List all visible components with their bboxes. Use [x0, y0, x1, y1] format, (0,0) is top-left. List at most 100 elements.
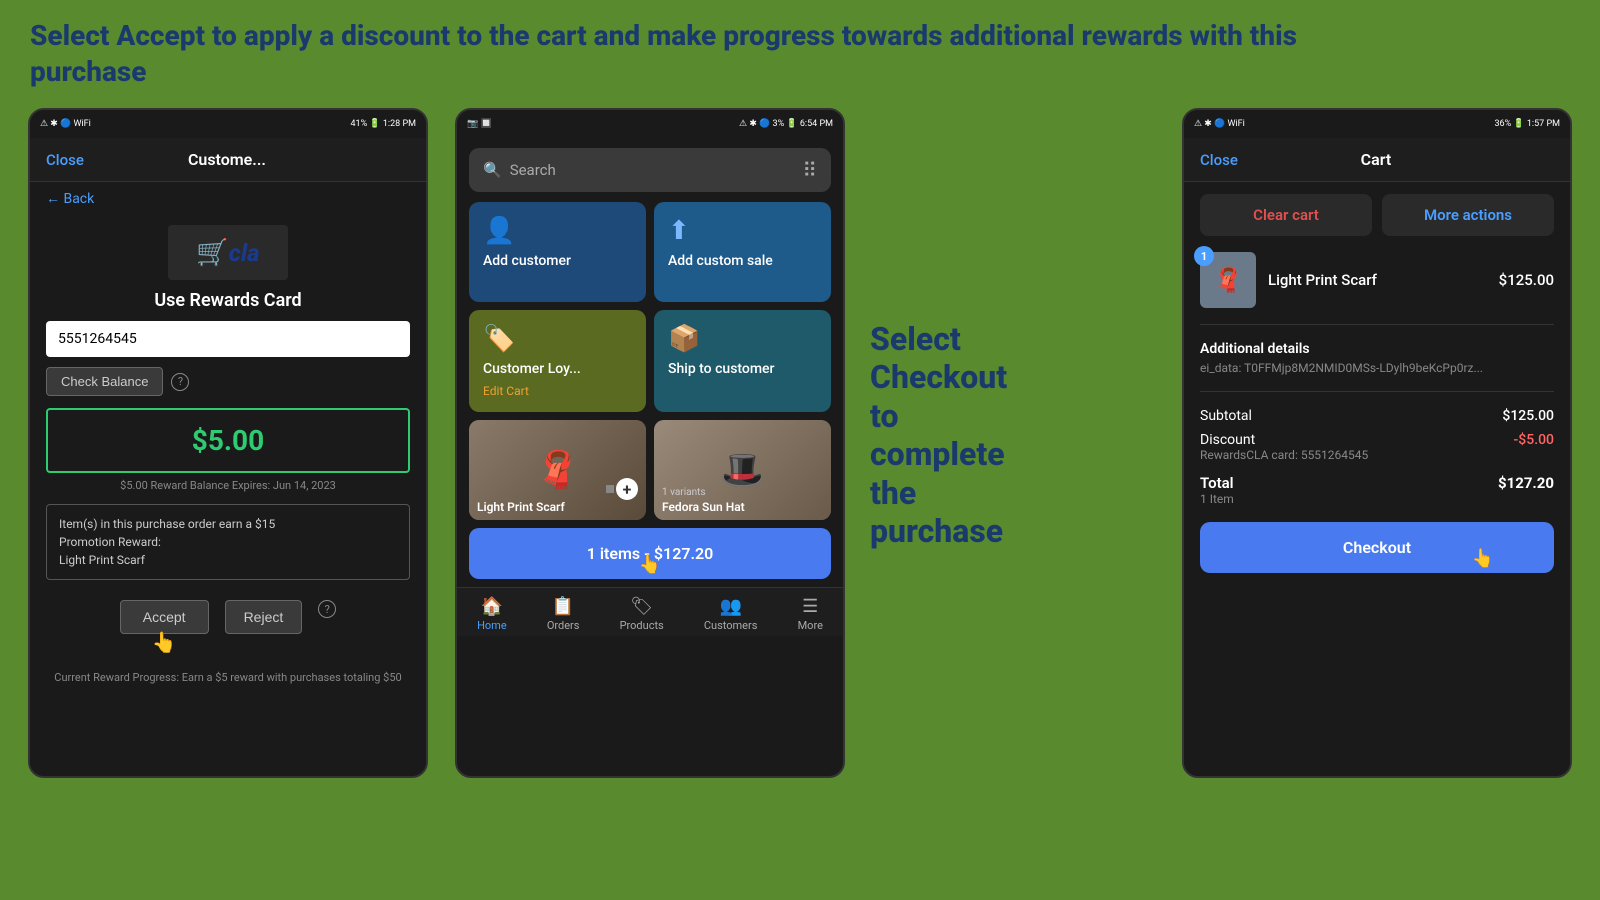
- phone2-tile6-sublabel: 1 variants: [662, 487, 706, 498]
- phone3-discount-row: Discount RewardsCLA card: 5551264545 -$5…: [1200, 432, 1554, 462]
- phone1-reject-info-icon[interactable]: ?: [318, 600, 336, 618]
- phone3-cursor-icon: 👆: [1472, 548, 1494, 569]
- phone1-reward-line1: Item(s) in this purchase order earn a $1…: [59, 515, 397, 533]
- phone1-expires-text: $5.00 Reward Balance Expires: Jun 14, 20…: [30, 479, 426, 500]
- phone2-search-placeholder: Search: [510, 161, 556, 179]
- phone1-info-icon[interactable]: ?: [171, 373, 189, 391]
- phone2-tile1-label: Add customer: [483, 252, 632, 270]
- phone3-nav: Close Cart: [1184, 138, 1570, 182]
- phone3-checkout-btn[interactable]: Checkout 👆: [1200, 522, 1554, 573]
- add-customer-icon: 👤: [483, 216, 632, 246]
- phone3-status-right: 36% 🔋 1:57 PM: [1494, 119, 1560, 129]
- phone1-reward-box: Item(s) in this purchase order earn a $1…: [46, 504, 410, 580]
- phone2-tile-light-print-scarf[interactable]: 🧣 Light Print Scarf +: [469, 420, 646, 520]
- phone3-total-value: $127.20: [1498, 474, 1554, 506]
- phone3-subtotal-value: $125.00: [1502, 408, 1554, 424]
- phone3-clear-cart-btn[interactable]: Clear cart: [1200, 194, 1372, 236]
- phone2-status-bar: 📷 🔲 ⚠ ✱ 🔵 3% 🔋 6:54 PM: [457, 110, 843, 138]
- checkout-cursor-icon: 👆: [639, 554, 661, 575]
- phone3-total-row: Total 1 Item $127.20: [1200, 470, 1554, 506]
- phone3-discount-label: Discount: [1200, 432, 1368, 448]
- phone2-nav-orders-label: Orders: [547, 619, 580, 632]
- phone1-accept-btn[interactable]: Accept 👆: [120, 600, 209, 634]
- instruction-text: Select Accept to apply a discount to the…: [30, 18, 1570, 91]
- phone3-total-label-group: Total 1 Item: [1200, 474, 1234, 506]
- phone2-tile-fedora-hat[interactable]: 🎩 Fedora Sun Hat 1 variants: [654, 420, 831, 520]
- phone2-tile6-label: Fedora Sun Hat: [662, 500, 745, 514]
- phone1-logo-area: 🛒 cla: [30, 215, 426, 286]
- phone3-discount-sublabel: RewardsCLA card: 5551264545: [1200, 448, 1368, 462]
- phone2-nav-home[interactable]: 🏠 Home: [477, 596, 507, 632]
- phone2-tile-add-custom-sale[interactable]: ⬆ Add custom sale: [654, 202, 831, 302]
- phone1-nav: Close Custome...: [30, 138, 426, 182]
- phone2-tile2-label: Add custom sale: [668, 252, 817, 270]
- more-icon: ☰: [802, 596, 818, 617]
- phone2-nav-products[interactable]: 🏷 Products: [620, 596, 664, 632]
- phone3-details-text: ei_data: T0FFMjp8M2NMID0MSs-LDylh9beKcPp…: [1200, 361, 1554, 375]
- phone-3: ⚠ ✱ 🔵 WiFi 36% 🔋 1:57 PM Close Cart Clea…: [1182, 108, 1572, 778]
- plus-badge-icon[interactable]: +: [616, 478, 638, 500]
- phone3-details-title: Additional details: [1200, 341, 1554, 357]
- phone1-close-btn[interactable]: Close: [46, 151, 84, 169]
- phone1-action-buttons: Accept 👆 Reject ?: [30, 592, 426, 642]
- phone1-nav-title: Custome...: [188, 150, 266, 169]
- logo-cart-icon: 🛒: [196, 238, 228, 268]
- phone2-tile-customer-loyalty[interactable]: 🏷️ Customer Loy... Edit Cart: [469, 310, 646, 412]
- phone2-nav-customers-label: Customers: [704, 619, 758, 632]
- phone-2: 📷 🔲 ⚠ ✱ 🔵 3% 🔋 6:54 PM 🔍 Search ⠿ 👤 Add …: [455, 108, 845, 778]
- home-icon: 🏠: [481, 596, 503, 617]
- phone1-back-btn[interactable]: ← Back: [30, 182, 426, 215]
- phone2-tile5-label: Light Print Scarf: [477, 500, 565, 514]
- phone3-discount-value: -$5.00: [1514, 432, 1554, 462]
- customers-icon: 👥: [719, 596, 741, 617]
- phone2-nav-orders[interactable]: 📋 Orders: [547, 596, 580, 632]
- phone2-tile3-label: Customer Loy...: [483, 360, 632, 378]
- phone3-total-sublabel: 1 Item: [1200, 492, 1234, 506]
- phone2-tile3-sublabel: Edit Cart: [483, 384, 632, 398]
- phone2-nav-more-label: More: [798, 619, 823, 632]
- mid-instruction-text: Select Checkout to complete the purchase: [870, 320, 1050, 550]
- phone1-logo: 🛒 cla: [168, 225, 288, 280]
- phone3-item-badge: 1: [1194, 246, 1214, 266]
- tile5-badge-row: +: [606, 478, 638, 500]
- logo-cla-text: cla: [229, 239, 260, 267]
- add-custom-sale-icon: ⬆: [668, 216, 817, 246]
- phone3-content: Clear cart More actions 🧣 1 Light Print …: [1184, 182, 1570, 776]
- ship-to-customer-icon: 📦: [668, 324, 817, 354]
- phone2-nav-customers[interactable]: 👥 Customers: [704, 596, 758, 632]
- phone2-search-input-area[interactable]: 🔍 Search: [483, 161, 556, 179]
- phone3-close-btn[interactable]: Close: [1200, 151, 1238, 169]
- phone3-status-bar: ⚠ ✱ 🔵 WiFi 36% 🔋 1:57 PM: [1184, 110, 1570, 138]
- phone3-item-image: 🧣 1: [1200, 252, 1256, 308]
- phone2-tile-add-customer[interactable]: 👤 Add customer: [469, 202, 646, 302]
- phone2-checkout-btn[interactable]: 1 items - $127.20 👆: [469, 528, 831, 579]
- phone2-bottom-nav: 🏠 Home 📋 Orders 🏷 Products 👥 Customers ☰…: [457, 587, 843, 636]
- phone1-status-bar: ⚠ ✱ 🔵 WiFi 41% 🔋 1:28 PM: [30, 110, 426, 138]
- phone1-content: ← Back 🛒 cla Use Rewards Card 5551264545…: [30, 182, 426, 776]
- phone1-balance-box: $5.00: [46, 408, 410, 473]
- phone2-nav-products-label: Products: [620, 619, 664, 632]
- phone2-tile-grid: 👤 Add customer ⬆ Add custom sale 🏷️ Cust…: [457, 202, 843, 520]
- phone2-nav-more[interactable]: ☰ More: [798, 596, 823, 632]
- phone3-item-name: Light Print Scarf: [1268, 271, 1487, 289]
- phone1-reject-btn[interactable]: Reject: [225, 600, 303, 634]
- phone1-card-title: Use Rewards Card: [30, 286, 426, 321]
- phone1-card-number-input[interactable]: 5551264545: [46, 321, 410, 357]
- cursor-hand-icon: 👆: [152, 630, 177, 655]
- phone2-tile4-label: Ship to customer: [668, 360, 817, 378]
- phone2-barcode-icon[interactable]: ⠿: [802, 158, 817, 182]
- phone3-item-price: $125.00: [1499, 271, 1554, 289]
- phone2-search-bar[interactable]: 🔍 Search ⠿: [469, 148, 831, 192]
- orders-icon: 📋: [552, 596, 574, 617]
- phone1-check-balance-btn[interactable]: Check Balance: [46, 367, 163, 396]
- phone3-nav-title: Cart: [1361, 150, 1392, 169]
- phone3-item-row: 🧣 1 Light Print Scarf $125.00: [1200, 252, 1554, 325]
- phone3-additional-details: Additional details ei_data: T0FFMjp8M2NM…: [1200, 341, 1554, 392]
- phone2-tile-ship-to-customer[interactable]: 📦 Ship to customer: [654, 310, 831, 412]
- phone3-subtotal-label: Subtotal: [1200, 408, 1252, 424]
- phone2-status-left: 📷 🔲: [467, 119, 492, 129]
- phone1-progress-text: Current Reward Progress: Earn a $5 rewar…: [30, 642, 426, 685]
- phone3-more-actions-btn[interactable]: More actions: [1382, 194, 1554, 236]
- phone1-status-left: ⚠ ✱ 🔵 WiFi: [40, 119, 91, 129]
- phone3-checkout-label: Checkout: [1343, 538, 1411, 557]
